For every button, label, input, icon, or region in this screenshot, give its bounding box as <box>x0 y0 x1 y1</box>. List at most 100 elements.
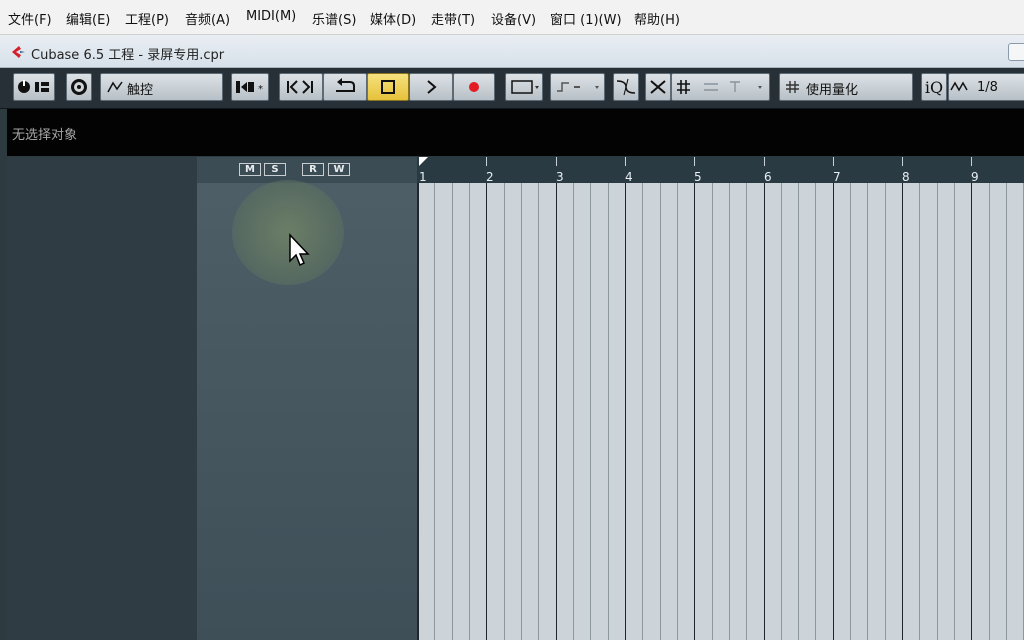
bar-grid-line <box>902 183 903 640</box>
stop-icon <box>381 80 395 94</box>
bar-number: 3 <box>556 170 564 184</box>
menu-file[interactable]: 文件(F) <box>8 9 52 28</box>
zero-crossing-icon <box>650 80 666 94</box>
project-window-titlebar[interactable]: Cubase 6.5 工程 - 录屏专用.cpr <box>0 35 1024 68</box>
bar-number: 7 <box>833 170 841 184</box>
window-control-button[interactable] <box>1008 43 1024 61</box>
stop-button[interactable] <box>367 73 409 101</box>
bar-number: 6 <box>764 170 772 184</box>
menu-window[interactable]: 窗口 (1)(W) <box>550 9 622 28</box>
beat-grid-line <box>677 183 678 640</box>
menu-project[interactable]: 工程(P) <box>125 9 169 28</box>
automation-curve-icon <box>107 81 123 93</box>
project-start-marker <box>419 157 428 166</box>
bar-grid-line <box>417 183 418 640</box>
cycle-button[interactable] <box>323 73 367 101</box>
grid-snap-icon <box>677 80 762 94</box>
auto-scroll-icon: * <box>236 81 263 95</box>
nudge-icon <box>556 82 599 92</box>
snap-type-dropdown[interactable] <box>671 73 770 101</box>
event-display[interactable] <box>417 183 1024 640</box>
bar-grid-line <box>625 183 626 640</box>
beat-grid-line <box>867 183 868 640</box>
mouse-pointer-icon <box>289 233 310 267</box>
menu-devices[interactable]: 设备(V) <box>491 9 536 28</box>
beat-grid-line <box>521 183 522 640</box>
ruler-tick <box>833 157 834 166</box>
menu-audio[interactable]: 音频(A) <box>185 9 230 28</box>
grid-type-value: 使用量化 <box>806 83 859 98</box>
menu-midi[interactable]: MIDI(M) <box>246 9 296 24</box>
menu-bar: 文件(F) 编辑(E) 工程(P) 音频(A) MIDI(M) 乐谱(S) 媒体… <box>0 0 1024 35</box>
beat-grid-line <box>815 183 816 640</box>
previous-next-marker-icon <box>287 80 313 94</box>
beat-grid-line <box>590 183 591 640</box>
nudge-palette-button[interactable] <box>550 73 605 101</box>
beat-grid-line <box>729 183 730 640</box>
editing-tool-button[interactable] <box>613 73 639 101</box>
bar-number: 2 <box>486 170 494 184</box>
ruler-tick <box>902 157 903 166</box>
quantize-value: 1/8 <box>977 79 998 95</box>
beat-grid-line <box>452 183 453 640</box>
menu-transport[interactable]: 走带(T) <box>431 9 475 28</box>
ruler-tick <box>971 157 972 166</box>
global-write-automation-button[interactable]: W <box>328 163 350 176</box>
menu-media[interactable]: 媒体(D) <box>370 9 416 28</box>
activate-project-button[interactable] <box>13 73 55 101</box>
beat-grid-line <box>469 183 470 640</box>
curve-tool-icon <box>616 78 636 96</box>
beat-grid-line <box>608 183 609 640</box>
beat-grid-line <box>642 183 643 640</box>
grid-type-dropdown[interactable]: 使用量化 <box>779 73 913 101</box>
auto-scroll-button[interactable]: * <box>231 73 269 101</box>
bar-grid-line <box>764 183 765 640</box>
inspector-panel[interactable] <box>7 157 197 640</box>
record-button[interactable] <box>453 73 495 101</box>
timeline-ruler[interactable]: 1 2 3 4 5 6 7 8 9 <box>417 157 1024 184</box>
menu-edit[interactable]: 编辑(E) <box>66 9 110 28</box>
project-toolbar: 触控 * 使用量化 iQ 1/8 <box>0 68 1024 109</box>
bar-number: 1 <box>419 170 427 184</box>
beat-grid-line <box>746 183 747 640</box>
grid-icon <box>786 81 799 93</box>
bar-number: 5 <box>694 170 702 184</box>
beat-grid-line <box>798 183 799 640</box>
global-mute-button[interactable]: M <box>239 163 261 176</box>
info-line: 无选择对象 <box>7 109 1024 156</box>
ruler-tick <box>556 157 557 166</box>
menu-help[interactable]: 帮助(H) <box>634 9 680 28</box>
bar-grid-line <box>833 183 834 640</box>
menu-score[interactable]: 乐谱(S) <box>312 9 356 28</box>
beat-grid-line <box>781 183 782 640</box>
play-button[interactable] <box>409 73 453 101</box>
iq-label: iQ <box>924 77 944 97</box>
beat-grid-line <box>434 183 435 640</box>
record-icon <box>469 82 479 92</box>
quantize-wave-icon <box>950 81 968 92</box>
snap-to-zero-crossing-button[interactable] <box>645 73 671 101</box>
ruler-tick <box>764 157 765 166</box>
ruler-tick <box>486 157 487 166</box>
color-swatch-icon <box>511 80 539 94</box>
beat-grid-line <box>937 183 938 640</box>
quantize-preset-dropdown[interactable]: 1/8 <box>948 73 1024 101</box>
go-to-marker-buttons[interactable] <box>279 73 323 101</box>
info-line-text: 无选择对象 <box>12 128 78 143</box>
beat-grid-line <box>573 183 574 640</box>
beat-grid-line <box>850 183 851 640</box>
color-menu-button[interactable] <box>505 73 543 101</box>
global-solo-button[interactable]: S <box>264 163 286 176</box>
svg-text:*: * <box>258 84 263 95</box>
play-icon <box>427 80 437 94</box>
beat-grid-line <box>885 183 886 640</box>
window-title: Cubase 6.5 工程 - 录屏专用.cpr <box>31 48 225 63</box>
global-read-automation-button[interactable]: R <box>302 163 324 176</box>
beat-grid-line <box>1006 183 1007 640</box>
automation-mode-dropdown[interactable]: 触控 <box>100 73 223 101</box>
bar-number: 9 <box>971 170 979 184</box>
beat-grid-line <box>504 183 505 640</box>
bar-grid-line <box>486 183 487 640</box>
constrain-delay-button[interactable] <box>66 73 92 101</box>
iq-button[interactable]: iQ <box>921 73 947 101</box>
